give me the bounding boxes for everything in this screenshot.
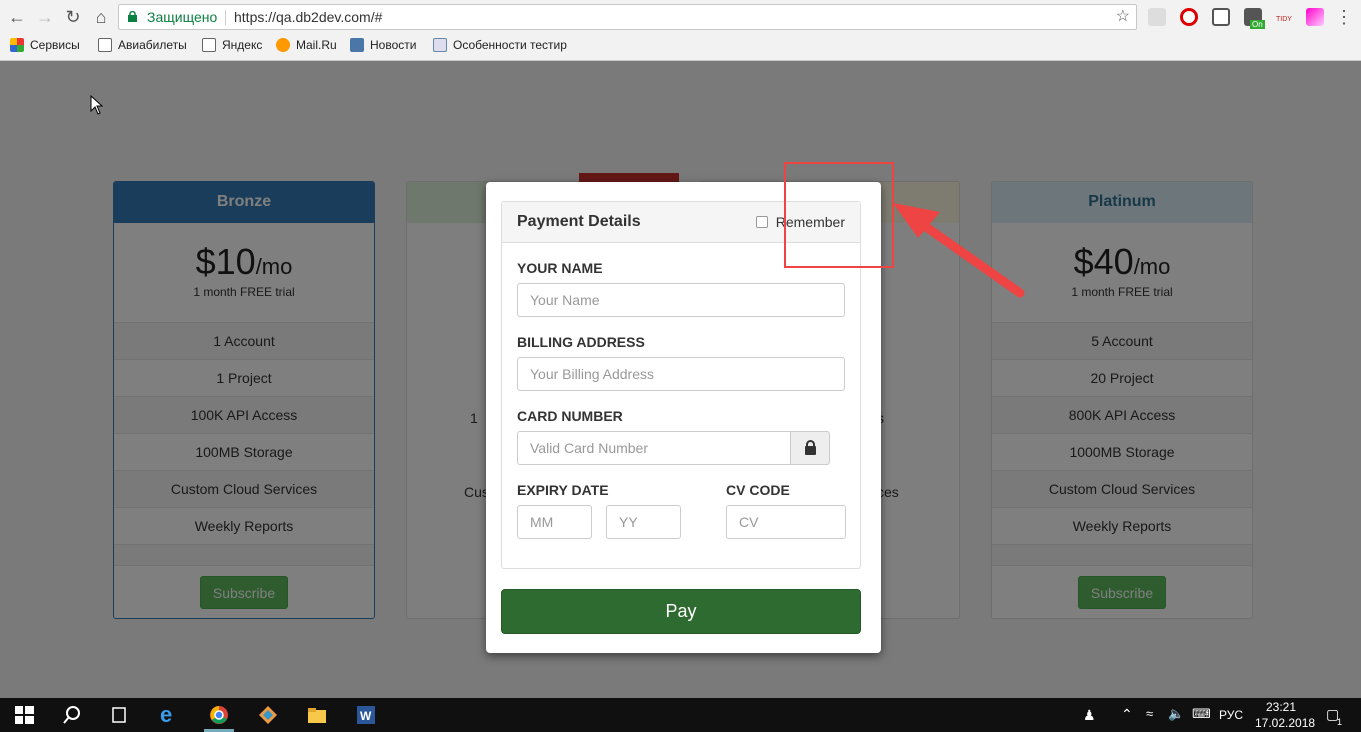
cv-code-input[interactable]: CV bbox=[726, 505, 846, 539]
chrome-icon[interactable] bbox=[209, 705, 229, 725]
windows-start-icon[interactable] bbox=[15, 705, 35, 725]
card-number-input[interactable]: Valid Card Number bbox=[517, 431, 791, 465]
apps-grid-icon bbox=[10, 38, 24, 52]
clock-date[interactable]: 17.02.2018 bbox=[1255, 716, 1315, 730]
payment-title: Payment Details bbox=[517, 213, 641, 230]
keyboard-icon[interactable]: ⌨ bbox=[1192, 706, 1211, 722]
bookmark-testing[interactable]: Особенности тестир bbox=[433, 38, 567, 52]
mailru-icon bbox=[276, 38, 290, 52]
bookmark-label: Особенности тестир bbox=[453, 38, 567, 52]
cv-code-label: CV CODE bbox=[726, 482, 790, 498]
checkbox-icon[interactable] bbox=[755, 216, 768, 228]
mouse-cursor-icon bbox=[90, 95, 104, 115]
bookmark-services[interactable]: Сервисы bbox=[10, 38, 80, 52]
bookmark-yandex[interactable]: Яндекс bbox=[202, 38, 262, 52]
expiry-month-input[interactable]: MM bbox=[517, 505, 592, 539]
chevron-up-icon[interactable]: ⌃ bbox=[1121, 706, 1133, 723]
bookmarks-bar: Сервисы Авиабилеты Яндекс Mail.Ru Новост… bbox=[0, 35, 1361, 57]
edge-icon[interactable]: e bbox=[160, 704, 180, 726]
bookmark-label: Авиабилеты bbox=[118, 38, 187, 52]
bookmark-mailru[interactable]: Mail.Ru bbox=[276, 38, 337, 52]
bookmark-label: Яндекс bbox=[222, 38, 263, 52]
screenshot-extension-icon[interactable] bbox=[1212, 8, 1230, 26]
file-explorer-icon[interactable] bbox=[307, 705, 327, 725]
card-number-label: CARD NUMBER bbox=[517, 408, 623, 424]
lock-addon bbox=[790, 431, 830, 465]
bookmark-label: Mail.Ru bbox=[296, 38, 337, 52]
name-label: YOUR NAME bbox=[517, 260, 603, 276]
address-input[interactable]: Your Billing Address bbox=[517, 357, 845, 391]
svg-text:W: W bbox=[360, 709, 372, 723]
vk-icon bbox=[350, 38, 364, 52]
address-bar[interactable]: Защищено https://qa.db2dev.com/# ☆ bbox=[118, 4, 1137, 30]
secure-label: Защищено bbox=[147, 9, 218, 25]
bookmark-label: Новости bbox=[370, 38, 417, 52]
people-icon[interactable]: ♟ bbox=[1083, 707, 1096, 724]
word-icon[interactable]: W bbox=[356, 705, 376, 725]
name-input[interactable]: Your Name bbox=[517, 283, 845, 317]
pdf-extension-icon[interactable] bbox=[1148, 8, 1166, 26]
git-app-icon[interactable] bbox=[258, 705, 278, 725]
address-label: BILLING ADDRESS bbox=[517, 334, 645, 350]
pay-button[interactable]: Pay bbox=[501, 589, 861, 634]
bookmark-avia[interactable]: Авиабилеты bbox=[98, 38, 187, 52]
page-icon bbox=[202, 38, 216, 52]
url-text[interactable]: https://qa.db2dev.com/# bbox=[234, 5, 382, 29]
bookmark-label: Сервисы bbox=[30, 38, 80, 52]
volume-icon[interactable]: 🔈 bbox=[1168, 706, 1184, 722]
lock-icon-body bbox=[805, 446, 816, 455]
home-icon[interactable]: ⌂ bbox=[90, 6, 112, 28]
omnibox-divider bbox=[225, 10, 226, 25]
flask-icon bbox=[433, 38, 447, 52]
bookmark-news[interactable]: Новости bbox=[350, 38, 416, 52]
expiry-label: EXPIRY DATE bbox=[517, 482, 609, 498]
search-icon[interactable] bbox=[62, 705, 82, 725]
reload-icon[interactable]: ↻ bbox=[62, 6, 84, 28]
wifi-icon[interactable]: ≈ bbox=[1146, 706, 1153, 721]
task-view-icon[interactable] bbox=[109, 705, 129, 725]
forward-icon[interactable]: → bbox=[34, 6, 56, 28]
color-extension-icon[interactable] bbox=[1306, 8, 1324, 26]
bookmark-star-icon[interactable]: ☆ bbox=[1116, 5, 1130, 29]
annotation-highlight-box bbox=[784, 162, 894, 268]
language-indicator[interactable]: РУС bbox=[1219, 708, 1243, 722]
windows-taskbar: e W ♟ ⌃ ≈ 🔈 ⌨ РУС 23:21 17.02.2018 ▢ 1 bbox=[0, 698, 1361, 732]
browser-toolbar: ← → ↻ ⌂ Защищено https://qa.db2dev.com/#… bbox=[0, 0, 1361, 61]
extension-on-badge: On bbox=[1250, 20, 1265, 29]
expiry-year-input[interactable]: YY bbox=[606, 505, 681, 539]
notification-count: 1 bbox=[1337, 717, 1343, 727]
secure-lock-icon bbox=[128, 11, 137, 22]
page-icon bbox=[98, 38, 112, 52]
menu-icon[interactable]: ⋮ bbox=[1333, 6, 1355, 28]
opera-extension-icon[interactable] bbox=[1180, 8, 1198, 26]
clock-time[interactable]: 23:21 bbox=[1266, 700, 1296, 714]
tidy-extension-icon[interactable]: TIDY bbox=[1276, 16, 1292, 23]
back-icon[interactable]: ← bbox=[6, 6, 28, 28]
